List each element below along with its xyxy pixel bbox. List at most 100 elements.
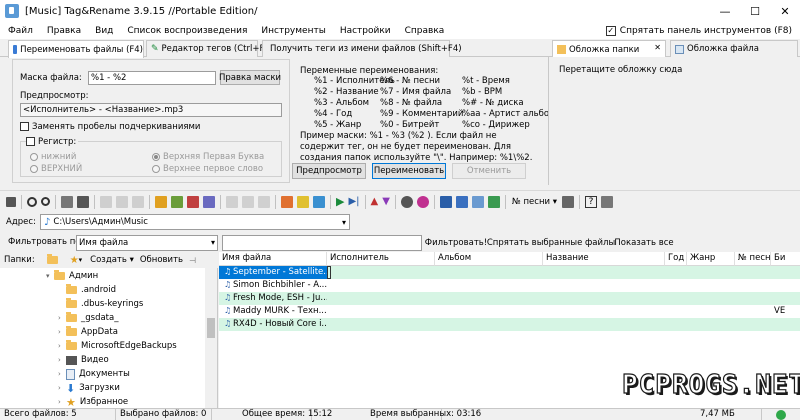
folder-cover-icon[interactable]: [281, 195, 293, 208]
cover-drop-area[interactable]: Перетащите обложку сюда: [548, 57, 800, 185]
cell-filename[interactable]: ♫ Simon Bichbihler - A...: [219, 279, 327, 292]
show-all-button[interactable]: Показать все: [614, 235, 674, 251]
tree-item[interactable]: › _gsdata_: [58, 311, 118, 325]
tab-folder-cover[interactable]: Обложка папки ✕: [552, 40, 666, 58]
sort-icon[interactable]: [313, 195, 325, 208]
cell-filename[interactable]: ♫ RX4D - Новый Core i...: [219, 318, 327, 331]
rename-button[interactable]: Переименовать: [372, 163, 446, 179]
table-row[interactable]: ♫ Maddy MURK - Техн... VE: [219, 305, 800, 318]
refresh-icon[interactable]: [27, 196, 37, 207]
menu-edit[interactable]: Правка: [40, 26, 88, 36]
tree-item[interactable]: ▾ Админ: [46, 269, 98, 283]
menu-grid-icon[interactable]: [6, 196, 16, 207]
scrollbar-thumb[interactable]: [207, 318, 215, 338]
table-row[interactable]: ♫ Fresh Mode, ESH - Ju...: [219, 292, 800, 305]
expand-arrow-icon[interactable]: ›: [58, 314, 66, 322]
play-icon[interactable]: ▶: [336, 195, 344, 208]
filter-field-select[interactable]: Имя файла ▾: [76, 235, 218, 251]
image-grid-icon[interactable]: [471, 195, 484, 208]
table-row[interactable]: ♫ RX4D - Новый Core i...: [219, 318, 800, 331]
move-down-icon[interactable]: ▼: [382, 196, 390, 207]
favorites-star-icon[interactable]: ★: [70, 255, 79, 266]
column-header-filename[interactable]: Имя файла: [219, 252, 327, 266]
expand-arrow-icon[interactable]: ›: [58, 328, 66, 336]
search-icon[interactable]: [41, 197, 50, 206]
filter-input[interactable]: [222, 235, 422, 251]
list-view-icon[interactable]: [61, 195, 73, 208]
menu-help[interactable]: Справка: [398, 26, 452, 36]
tree-item[interactable]: › ★ Избранное: [58, 395, 128, 409]
cell-filename[interactable]: ♫ Maddy MURK - Техн...: [219, 305, 327, 318]
tree-item[interactable]: › Документы: [58, 367, 130, 381]
expand-arrow-icon[interactable]: ›: [58, 370, 66, 378]
column-header-genre[interactable]: Жанр: [687, 252, 735, 266]
focus-cell[interactable]: [327, 266, 331, 279]
cancel-button[interactable]: Отменить: [452, 163, 526, 179]
info-icon[interactable]: [601, 195, 613, 208]
cut-icon[interactable]: [100, 195, 112, 208]
column-header-album[interactable]: Альбом: [435, 252, 543, 266]
case-title-radio[interactable]: Верхняя Первая Буква: [152, 152, 264, 162]
replace-spaces-checkbox[interactable]: Заменять пробелы подчеркиваниями: [20, 122, 200, 132]
tab-tags-from-filenames[interactable]: Получить теги из имени файлов (Shift+F4): [262, 40, 462, 57]
minimize-button[interactable]: —: [710, 0, 740, 22]
tab-tag-editor[interactable]: ✎ Редактор тегов (Ctrl+F4): [146, 40, 273, 57]
paste-icon[interactable]: [132, 195, 144, 208]
document-icon[interactable]: [226, 195, 238, 208]
tree-item[interactable]: › ⬇ Загрузки: [58, 381, 120, 395]
tab-rename-files[interactable]: Переименовать файлы (F4): [8, 40, 144, 58]
tree-item[interactable]: .android: [58, 283, 116, 297]
mask-input[interactable]: %1 - %2: [88, 71, 216, 85]
column-header-track[interactable]: № песни: [735, 252, 771, 266]
table-row[interactable]: ♫ Simon Bichbihler - A...: [219, 279, 800, 292]
remove-tag-icon[interactable]: [187, 195, 199, 208]
document-copy-icon[interactable]: [242, 195, 254, 208]
table-row[interactable]: ♫ September - Satellite...: [219, 266, 800, 279]
rename-folder-icon[interactable]: [297, 195, 309, 208]
menu-settings[interactable]: Настройки: [333, 26, 398, 36]
cell-bitrate[interactable]: VE: [771, 305, 800, 318]
track-number-dropdown[interactable]: № песни ▾: [512, 197, 557, 207]
menu-playlist[interactable]: Список воспроизведения: [120, 26, 254, 36]
tag-icon[interactable]: [171, 195, 183, 208]
tree-item[interactable]: › AppData: [58, 325, 118, 339]
expand-arrow-icon[interactable]: ›: [58, 398, 66, 406]
close-button[interactable]: ✕: [770, 0, 800, 22]
image-icon[interactable]: [455, 195, 468, 208]
edit-tag-icon[interactable]: [155, 195, 167, 208]
copy-icon[interactable]: [116, 195, 128, 208]
cell-filename[interactable]: ♫ Fresh Mode, ESH - Ju...: [219, 292, 327, 305]
expand-arrow-icon[interactable]: ›: [58, 384, 66, 392]
column-header-year[interactable]: Год: [665, 252, 687, 266]
refresh-folders-button[interactable]: Обновить: [140, 255, 183, 265]
create-folder-button[interactable]: Создать ▾: [90, 255, 134, 265]
play-next-icon[interactable]: ▶|: [348, 196, 359, 207]
cd-icon[interactable]: [400, 195, 413, 208]
case-checkbox[interactable]: Регистр:: [26, 137, 79, 147]
hide-toolbar-toggle[interactable]: ✓ Спрятать панель инструментов (F8): [605, 22, 792, 39]
checklist-icon[interactable]: [439, 195, 452, 208]
help-icon[interactable]: ?: [585, 195, 597, 208]
case-upper-radio[interactable]: ВЕРХНИЙ: [30, 164, 82, 174]
tree-item[interactable]: .dbus-keyrings: [58, 297, 143, 311]
expand-arrow-icon[interactable]: ▾: [46, 272, 54, 280]
tag-copy-icon[interactable]: [203, 195, 215, 208]
folder-scrollbar[interactable]: [205, 268, 217, 410]
folder-up-icon[interactable]: [46, 254, 58, 264]
sort-order-icon[interactable]: [562, 195, 574, 208]
chevron-down-icon[interactable]: ▾: [342, 218, 346, 227]
pin-icon[interactable]: ⊣: [189, 256, 196, 265]
column-header-bitrate[interactable]: Би: [771, 252, 800, 266]
chevron-down-icon[interactable]: ▾: [79, 256, 83, 264]
save-icon[interactable]: [487, 195, 500, 208]
menu-view[interactable]: Вид: [88, 26, 120, 36]
menu-file[interactable]: Файл: [0, 26, 40, 36]
web-icon[interactable]: [416, 195, 429, 208]
tree-item[interactable]: › Видео: [58, 353, 109, 367]
column-header-artist[interactable]: Исполнитель: [327, 252, 435, 266]
grid-view-icon[interactable]: [77, 195, 89, 208]
case-lower-radio[interactable]: нижний: [30, 152, 76, 162]
expand-arrow-icon[interactable]: ›: [58, 342, 66, 350]
address-input[interactable]: ♪ C:\Users\Админ\Music ▾: [40, 214, 350, 230]
paste-tag-icon[interactable]: [258, 195, 270, 208]
